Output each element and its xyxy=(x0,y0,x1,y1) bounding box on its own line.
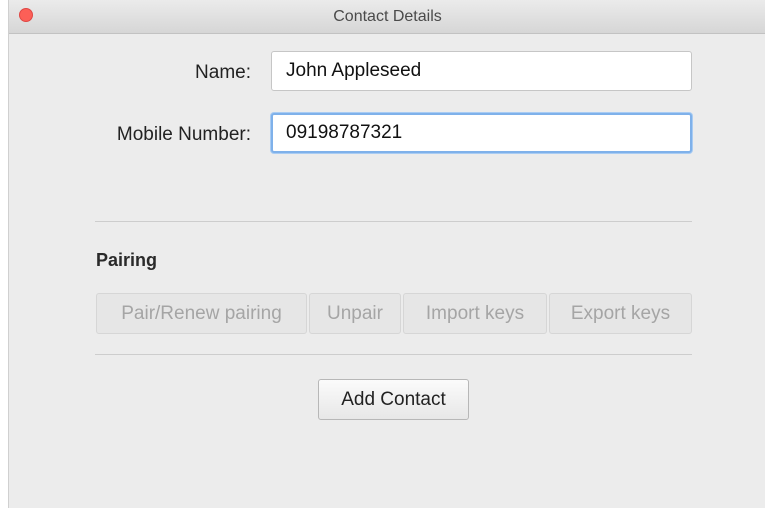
export-keys-button[interactable]: Export keys xyxy=(549,293,692,334)
divider-top xyxy=(95,221,692,222)
divider-bottom xyxy=(95,354,692,355)
add-contact-button[interactable]: Add Contact xyxy=(318,379,469,420)
mobile-number-input[interactable]: 09198787321 xyxy=(271,113,692,153)
title-bar: Contact Details xyxy=(9,0,765,34)
window-title: Contact Details xyxy=(333,8,442,25)
name-label: Name: xyxy=(195,62,251,83)
name-input[interactable]: John Appleseed xyxy=(271,51,692,91)
pair-renew-button[interactable]: Pair/Renew pairing xyxy=(96,293,307,334)
mobile-number-label: Mobile Number: xyxy=(116,124,251,145)
pairing-section-title: Pairing xyxy=(96,250,158,270)
unpair-button[interactable]: Unpair xyxy=(309,293,401,334)
import-keys-button[interactable]: Import keys xyxy=(403,293,547,334)
contact-details-window: Contact Details Name: John Appleseed Mob… xyxy=(8,0,765,508)
